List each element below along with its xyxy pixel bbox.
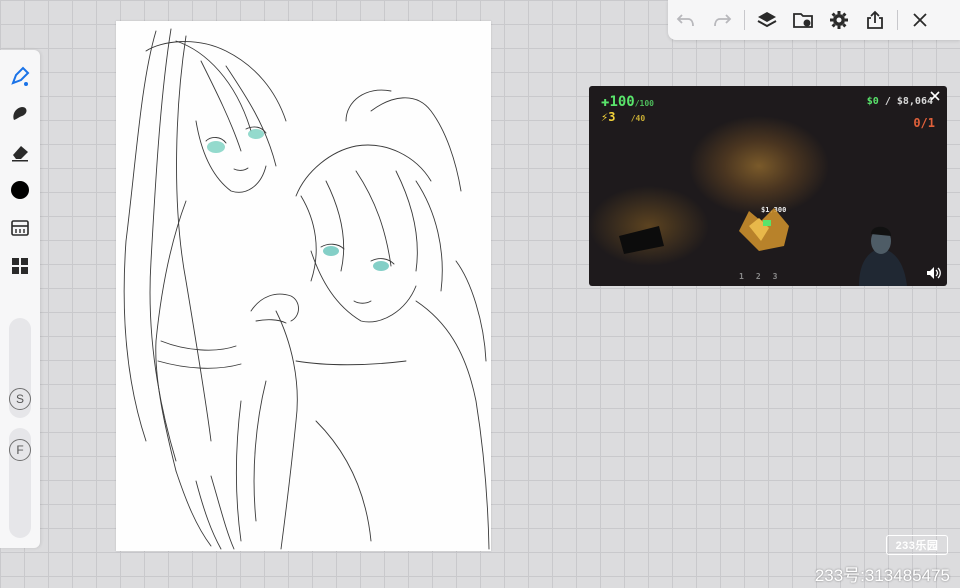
- watermark-id: 233号:313485475: [814, 566, 950, 585]
- toolbar-divider: [897, 10, 898, 30]
- weapon-slots: 1 2 3: [739, 272, 777, 281]
- share-icon[interactable]: [857, 0, 893, 40]
- slot-1: 1: [739, 272, 744, 281]
- slot-3: 3: [772, 272, 778, 281]
- slot-2: 2: [755, 272, 761, 281]
- watermark-logo: 233乐园: [886, 535, 948, 555]
- smudge-icon[interactable]: [6, 100, 34, 128]
- flow-slider-label: F: [9, 439, 31, 461]
- layers-icon[interactable]: [749, 0, 785, 40]
- gallery-icon[interactable]: [6, 214, 34, 242]
- toolbar-divider: [744, 10, 745, 30]
- floating-video-player[interactable]: ✚100/100 ⚡3 /40 $0 / $8,064 0/1 $1,300 1…: [589, 86, 947, 286]
- volume-icon[interactable]: [926, 266, 942, 280]
- close-icon[interactable]: [902, 0, 938, 40]
- grid-icon[interactable]: [6, 252, 34, 280]
- game-scene: [619, 208, 907, 286]
- tool-panel: S F: [0, 50, 40, 548]
- eraser-icon[interactable]: [6, 138, 34, 166]
- video-close-icon[interactable]: [927, 88, 943, 104]
- undo-icon[interactable]: [668, 0, 704, 40]
- line-art-sketch: [123, 28, 490, 550]
- drawing-canvas[interactable]: [116, 21, 491, 551]
- brush-icon[interactable]: [6, 62, 34, 90]
- settings-icon[interactable]: [821, 0, 857, 40]
- top-toolbar: [668, 0, 960, 40]
- size-slider-label: S: [9, 388, 31, 410]
- gallery-folder-icon[interactable]: [785, 0, 821, 40]
- redo-icon[interactable]: [704, 0, 740, 40]
- color-swatch[interactable]: [6, 176, 34, 204]
